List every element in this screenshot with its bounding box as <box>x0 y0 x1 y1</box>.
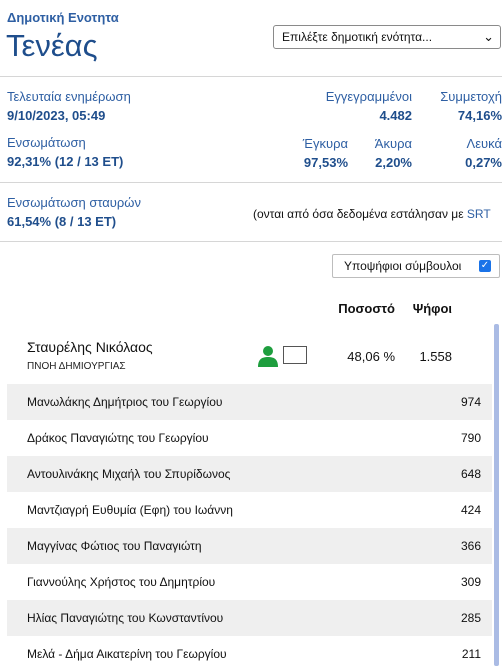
select-value: Επιλέξτε δημοτική ενότητα... <box>282 30 433 44</box>
cross-integration-label: Ενσωμάτωση σταυρών <box>7 195 141 210</box>
councillor-votes: 366 <box>460 539 481 553</box>
valid-label: Έγκυρα <box>302 136 348 151</box>
list-item[interactable]: Μαντζιαγρή Ευθυμία (Εφη) του Ιωάννη 424 <box>7 492 492 528</box>
candidate-checkbox[interactable] <box>283 346 307 364</box>
candidate-percent: 48,06 % <box>347 349 395 364</box>
person-icon[interactable] <box>258 345 278 367</box>
cross-integration-value: 61,54% (8 / 13 ΕΤ) <box>7 214 117 229</box>
councillor-name: Μελά - Δήμα Αικατερίνη του Γεωργίου <box>27 647 227 661</box>
councillor-list: Μανωλάκης Δημήτριος του Γεωργίου 974 Δράκ… <box>7 384 492 666</box>
councillor-votes: 974 <box>460 395 481 409</box>
councillor-votes: 309 <box>460 575 481 589</box>
councillor-name: Αντουλινάκης Μιχαήλ του Σπυρίδωνος <box>27 467 231 481</box>
list-item[interactable]: Αντουλινάκης Μιχαήλ του Σπυρίδωνος 648 <box>7 456 492 492</box>
councillor-name: Δράκος Παναγιώτης του Γεωργίου <box>27 431 209 445</box>
header: Δημοτική Ενοτητα Τενέας Επιλέξτε δημοτικ… <box>0 0 502 76</box>
integration-value: 92,31% (12 / 13 ΕΤ) <box>7 154 124 169</box>
srt-link[interactable]: SRT <box>467 207 491 221</box>
valid-value: 97,53% <box>303 155 348 170</box>
section-label: Δημοτική Ενοτητα <box>7 10 119 25</box>
councillor-votes: 211 <box>461 647 481 661</box>
blank-label: Λευκά <box>466 136 502 151</box>
councillor-name: Γιαννούλης Χρήστος του Δημητρίου <box>27 575 216 589</box>
list-item[interactable]: Μανωλάκης Δημήτριος του Γεωργίου 974 <box>7 384 492 420</box>
candidate-votes: 1.558 <box>419 349 452 364</box>
last-update-value: 9/10/2023, 05:49 <box>7 108 106 123</box>
last-update-label: Τελευταία ενημέρωση <box>7 89 131 104</box>
candidate-name: Σταυρέλης Νικόλαος <box>27 339 153 355</box>
municipality-title: Τενέας <box>6 28 98 63</box>
councillor-votes: 424 <box>460 503 481 517</box>
note-text: (ονται από όσα δεδομένα εστάλησαν με <box>253 207 467 221</box>
candidate-party: ΠΝΟΗ ΔΗΜΙΟΥΡΓΙΑΣ <box>27 361 126 372</box>
turnout-label: Συμμετοχή <box>440 89 502 104</box>
registered-label: Εγγεγραμμένοι <box>325 89 412 104</box>
divider <box>0 241 502 242</box>
municipality-select[interactable]: Επιλέξτε δημοτική ενότητα... ⌄ <box>273 25 501 49</box>
councillor-name: Ηλίας Παναγιώτης του Κωνσταντίνου <box>27 611 224 625</box>
list-item[interactable]: Γιαννούλης Χρήστος του Δημητρίου 309 <box>7 564 492 600</box>
check-icon[interactable]: ✓ <box>479 260 491 272</box>
councillor-votes: 790 <box>460 431 481 445</box>
blank-value: 0,27% <box>465 155 502 170</box>
councillor-name: Μαγγίνας Φώτιος του Παναγιώτη <box>27 539 202 553</box>
registered-value: 4.482 <box>379 108 412 123</box>
integration-label: Ενσωμάτωση <box>7 135 86 150</box>
invalid-label: Άκυρα <box>374 136 412 151</box>
councillor-name: Μανωλάκης Δημήτριος του Γεωργίου <box>27 395 223 409</box>
divider <box>0 182 502 183</box>
councillor-name: Μαντζιαγρή Ευθυμία (Εφη) του Ιωάννη <box>27 503 233 517</box>
list-item[interactable]: Ηλίας Παναγιώτης του Κωνσταντίνου 285 <box>7 600 492 636</box>
column-header-votes[interactable]: Ψήφοι <box>400 301 452 316</box>
list-item[interactable]: Μαγγίνας Φώτιος του Παναγιώτη 366 <box>7 528 492 564</box>
toggle-label: Υποψήφιοι σύμβουλοι <box>344 259 462 273</box>
candidates-toggle[interactable]: Υποψήφιοι σύμβουλοι ✓ <box>332 254 500 278</box>
list-item[interactable]: Δράκος Παναγιώτης του Γεωργίου 790 <box>7 420 492 456</box>
turnout-value: 74,16% <box>457 108 502 123</box>
scrollbar[interactable] <box>494 324 499 666</box>
councillor-votes: 648 <box>460 467 481 481</box>
srt-note: (ονται από όσα δεδομένα εστάλησαν με SRT <box>253 207 491 221</box>
list-item[interactable]: Μελά - Δήμα Αικατερίνη του Γεωργίου 211 <box>7 636 492 666</box>
councillor-votes: 285 <box>460 611 481 625</box>
column-header-percent[interactable]: Ποσοστό <box>330 301 395 316</box>
divider <box>0 76 502 77</box>
chevron-down-icon: ⌄ <box>483 29 494 44</box>
invalid-value: 2,20% <box>375 155 412 170</box>
